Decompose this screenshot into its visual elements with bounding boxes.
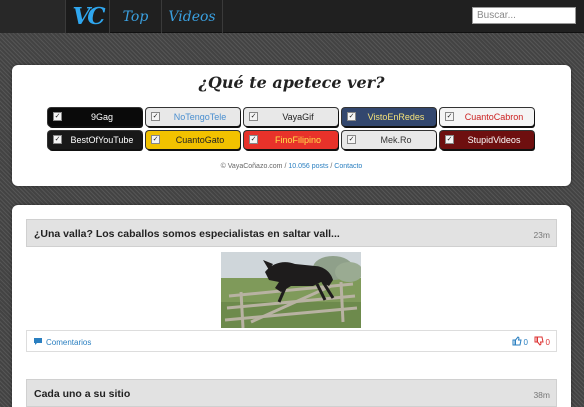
checkbox-icon[interactable]: ✓ bbox=[53, 135, 62, 144]
post-header[interactable]: Cada uno a su sitio 38m bbox=[26, 379, 557, 407]
posts-container: ¿Una valla? Los caballos somos especiali… bbox=[12, 205, 571, 407]
downvote-button[interactable]: 0 bbox=[534, 336, 550, 348]
site-filter-label: CuantoCabron bbox=[464, 112, 524, 122]
nav-top-link[interactable]: Top bbox=[109, 0, 161, 33]
site-filter-label: StupidVideos bbox=[467, 135, 521, 145]
site-filter-label: FinoFilipino bbox=[274, 135, 322, 145]
site-filter-label: CuantoGato bbox=[175, 135, 225, 145]
site-filter-finofilipino[interactable]: ✓ FinoFilipino bbox=[244, 131, 338, 149]
nav-videos-label: Videos bbox=[168, 8, 216, 25]
logo-text: VC bbox=[72, 3, 105, 30]
panel-footer: © VayaCoñazo.com / 10.056 posts / Contac… bbox=[12, 163, 571, 170]
site-filter-vistoenredes[interactable]: ✓ VistoEnRedes bbox=[342, 108, 436, 126]
nav-videos-link[interactable]: Videos bbox=[161, 0, 223, 33]
post-header[interactable]: ¿Una valla? Los caballos somos especiali… bbox=[26, 219, 557, 247]
site-filter-bestofyoutube[interactable]: ✓ BestOfYouTube bbox=[48, 131, 142, 149]
checkbox-icon[interactable]: ✓ bbox=[445, 112, 454, 121]
thumbs-down-icon bbox=[534, 336, 544, 348]
post-image-horse-jumping-fence[interactable] bbox=[221, 252, 361, 328]
site-filter-notengotele[interactable]: ✓ NoTengoTele bbox=[146, 108, 240, 126]
site-filter-label: Mek.Ro bbox=[380, 135, 412, 145]
upvote-count: 0 bbox=[523, 337, 528, 347]
nav-top-label: Top bbox=[122, 8, 149, 25]
post-title[interactable]: Cada uno a su sitio bbox=[34, 388, 130, 400]
site-filter-mek-ro[interactable]: ✓ Mek.Ro bbox=[342, 131, 436, 149]
search-input[interactable] bbox=[472, 7, 576, 24]
checkbox-icon[interactable]: ✓ bbox=[53, 112, 62, 121]
site-filter-label: VayaGif bbox=[282, 112, 314, 122]
upvote-button[interactable]: 0 bbox=[512, 336, 528, 348]
checkbox-icon[interactable]: ✓ bbox=[249, 112, 258, 121]
post-time: 38m bbox=[533, 390, 550, 400]
footer-contact-link[interactable]: Contacto bbox=[334, 163, 362, 170]
checkbox-icon[interactable]: ✓ bbox=[151, 135, 160, 144]
checkbox-icon[interactable]: ✓ bbox=[347, 112, 356, 121]
comments-label: Comentarios bbox=[46, 338, 92, 347]
site-filter-stupidvideos[interactable]: ✓ StupidVideos bbox=[440, 131, 534, 149]
checkbox-icon[interactable]: ✓ bbox=[445, 135, 454, 144]
thumbs-up-icon bbox=[512, 336, 522, 348]
post-title[interactable]: ¿Una valla? Los caballos somos especiali… bbox=[34, 228, 340, 240]
footer-posts-link[interactable]: 10.056 posts bbox=[288, 163, 328, 170]
checkbox-icon[interactable]: ✓ bbox=[151, 112, 160, 121]
comments-link[interactable]: Comentarios bbox=[33, 337, 91, 348]
site-filter-panel: ¿Qué te apetece ver? ✓ 9Gag ✓ NoTengoTele ✓ V… bbox=[12, 65, 571, 186]
site-filter-label: 9Gag bbox=[90, 112, 114, 122]
navbar-left-fill bbox=[0, 0, 65, 33]
downvote-count: 0 bbox=[545, 337, 550, 347]
post-actions-bar: Comentarios 0 0 bbox=[26, 330, 557, 352]
site-filter-9gag[interactable]: ✓ 9Gag bbox=[48, 108, 142, 126]
top-navbar: VC Top Videos bbox=[0, 0, 584, 33]
site-logo[interactable]: VC bbox=[65, 0, 109, 33]
site-filter-vayagif[interactable]: ✓ VayaGif bbox=[244, 108, 338, 126]
panel-title: ¿Qué te apetece ver? bbox=[198, 73, 385, 92]
speech-bubble-icon bbox=[33, 337, 43, 348]
checkbox-icon[interactable]: ✓ bbox=[347, 135, 356, 144]
horse-photo-graphic bbox=[221, 252, 361, 328]
site-filter-label: VistoEnRedes bbox=[367, 112, 425, 122]
footer-copyright: © VayaCoñazo.com bbox=[220, 163, 283, 170]
post-time: 23m bbox=[533, 230, 550, 240]
site-filter-cuantogato[interactable]: ✓ CuantoGato bbox=[146, 131, 240, 149]
checkbox-icon[interactable]: ✓ bbox=[249, 135, 258, 144]
site-filter-label: NoTengoTele bbox=[173, 112, 227, 122]
site-filter-label: BestOfYouTube bbox=[70, 135, 134, 145]
site-filter-cuantocabron[interactable]: ✓ CuantoCabron bbox=[440, 108, 534, 126]
